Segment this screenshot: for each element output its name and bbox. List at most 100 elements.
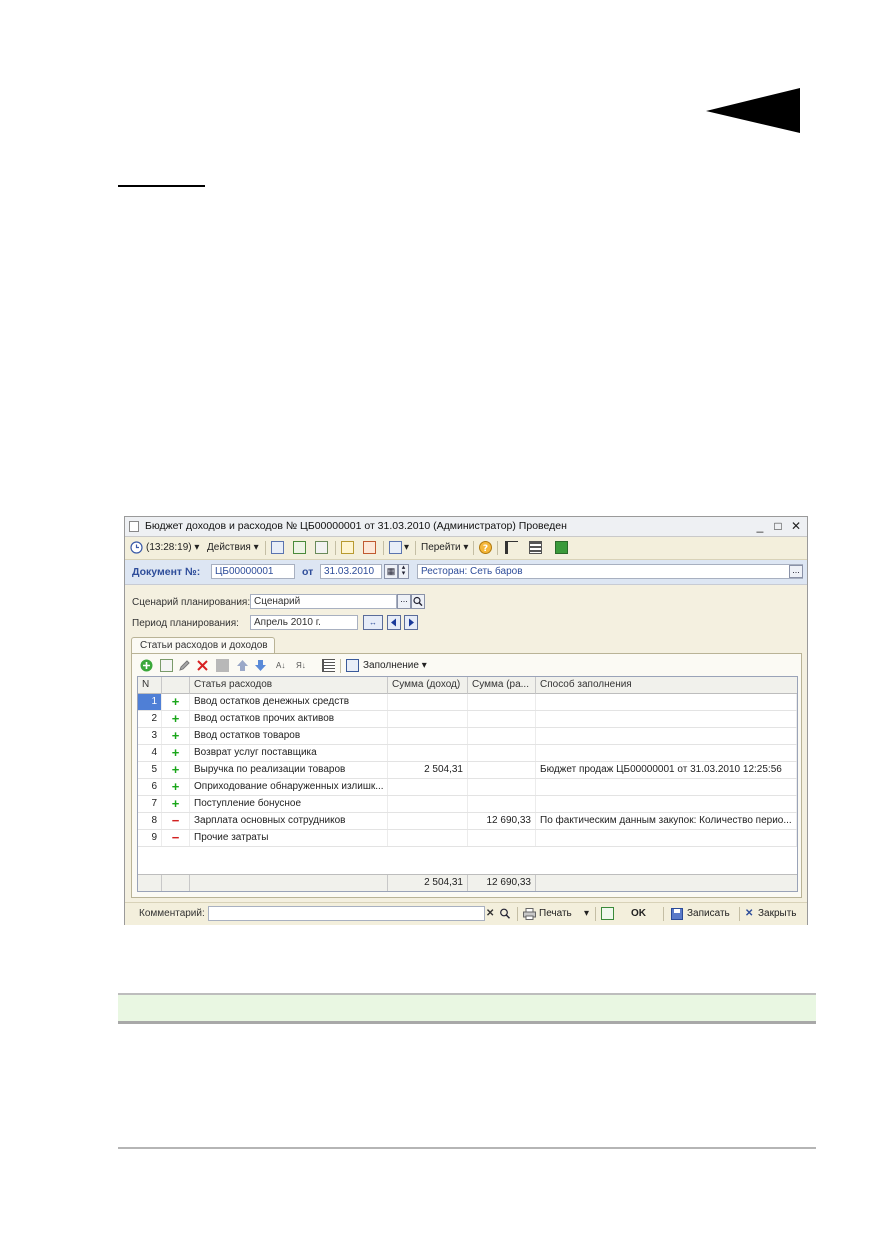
- row-expense-cell[interactable]: [468, 762, 536, 778]
- table-row[interactable]: 9− Прочие затраты: [138, 830, 797, 847]
- row-income-cell[interactable]: [388, 830, 468, 846]
- row-item-cell[interactable]: Ввод остатков прочих активов: [190, 711, 388, 727]
- row-expense-cell[interactable]: [468, 796, 536, 812]
- close-form-button[interactable]: Закрыть: [758, 906, 797, 921]
- table-row[interactable]: 1 + Ввод остатков денежных средств: [138, 694, 797, 711]
- goto-menu[interactable]: Перейти ▾: [421, 540, 468, 555]
- create-based-on-icon[interactable]: [389, 541, 402, 554]
- move-down-icon[interactable]: [254, 659, 267, 672]
- row-item-cell[interactable]: Прочие затраты: [190, 830, 388, 846]
- save-icon[interactable]: [671, 908, 683, 920]
- fill-table-icon[interactable]: [346, 659, 359, 672]
- edit-row-icon[interactable]: [178, 659, 191, 672]
- search-icon[interactable]: [499, 907, 511, 920]
- column-header-fill-method[interactable]: Способ заполнения: [536, 677, 797, 694]
- row-number-cell[interactable]: 5: [138, 762, 162, 778]
- tab-expense-income-items[interactable]: Статьи расходов и доходов: [131, 637, 275, 654]
- table-row[interactable]: 8− Зарплата основных сотрудников 12 690,33…: [138, 813, 797, 830]
- fill-menu[interactable]: Заполнение ▾: [363, 658, 427, 673]
- row-fill-method-cell[interactable]: Бюджет продаж ЦБ00000001 от 31.03.2010 1…: [536, 762, 797, 778]
- maximize-button[interactable]: □: [771, 519, 785, 533]
- row-item-cell[interactable]: Ввод остатков товаров: [190, 728, 388, 744]
- sort-descending-icon[interactable]: Я↓: [296, 658, 306, 673]
- print-button[interactable]: Печать: [539, 906, 572, 921]
- organization-field[interactable]: Ресторан: Сеть баров: [417, 564, 803, 579]
- row-number-cell[interactable]: 7: [138, 796, 162, 812]
- row-income-cell[interactable]: [388, 694, 468, 710]
- document-date-field[interactable]: 31.03.2010: [320, 564, 382, 579]
- row-fill-method-cell[interactable]: [536, 745, 797, 761]
- copy-row-icon[interactable]: [160, 659, 173, 672]
- column-header-sign[interactable]: [162, 677, 190, 694]
- row-item-cell[interactable]: Оприходование обнаруженных излишк...: [190, 779, 388, 795]
- move-up-icon[interactable]: [236, 659, 249, 672]
- document-number-field[interactable]: ЦБ00000001: [211, 564, 295, 579]
- table-row[interactable]: 4 + Возврат услуг поставщика: [138, 745, 797, 762]
- calendar-icon[interactable]: ▦: [384, 564, 398, 579]
- row-expense-cell[interactable]: [468, 711, 536, 727]
- row-fill-method-cell[interactable]: По фактическим данным закупок: Количеств…: [536, 813, 797, 829]
- row-income-cell[interactable]: [388, 711, 468, 727]
- row-item-cell[interactable]: Ввод остатков денежных средств: [190, 694, 388, 710]
- row-fill-method-cell[interactable]: [536, 830, 797, 846]
- row-expense-cell[interactable]: [468, 830, 536, 846]
- row-item-cell[interactable]: Возврат услуг поставщика: [190, 745, 388, 761]
- row-expense-cell[interactable]: 12 690,33: [468, 813, 536, 829]
- row-income-cell[interactable]: [388, 728, 468, 744]
- row-number-cell[interactable]: 8: [138, 813, 162, 829]
- printer-icon[interactable]: [523, 908, 536, 920]
- table-row[interactable]: 3 + Ввод остатков товаров: [138, 728, 797, 745]
- post-and-close-icon[interactable]: [293, 541, 306, 554]
- row-expense-cell[interactable]: [468, 745, 536, 761]
- row-income-cell[interactable]: [388, 745, 468, 761]
- close-button[interactable]: ✕: [789, 519, 803, 533]
- period-field[interactable]: Апрель 2010 г.: [250, 615, 358, 630]
- column-header-item[interactable]: Статья расходов: [190, 677, 388, 694]
- check-document-icon[interactable]: [601, 907, 614, 920]
- save-button[interactable]: Записать: [687, 906, 730, 921]
- row-income-cell[interactable]: [388, 813, 468, 829]
- actions-menu[interactable]: Действия ▾: [207, 540, 259, 555]
- row-expense-cell[interactable]: [468, 779, 536, 795]
- column-header-n[interactable]: N: [138, 677, 162, 694]
- previous-period-icon[interactable]: [387, 615, 401, 630]
- copy-document-icon[interactable]: [315, 541, 328, 554]
- table-row[interactable]: 7 + Поступление бонусное: [138, 796, 797, 813]
- post-document-icon[interactable]: [271, 541, 284, 554]
- create-based-on-dropdown[interactable]: ▾: [404, 540, 409, 555]
- row-number-cell[interactable]: 4: [138, 745, 162, 761]
- column-header-expense[interactable]: Сумма (ра...: [468, 677, 536, 694]
- table-row[interactable]: 5 + Выручка по реализации товаров 2 504,31 Б…: [138, 762, 797, 779]
- row-fill-method-cell[interactable]: [536, 711, 797, 727]
- row-number-cell[interactable]: 2: [138, 711, 162, 727]
- row-expense-cell[interactable]: [468, 694, 536, 710]
- list-view-icon[interactable]: [529, 541, 542, 554]
- sort-list-icon[interactable]: [322, 659, 335, 672]
- next-period-icon[interactable]: [404, 615, 418, 630]
- table-row[interactable]: 6 + Оприходование обнаруженных излишк...: [138, 779, 797, 796]
- time-dropdown[interactable]: (13:28:19) ▾: [146, 540, 199, 555]
- tree-structure-icon[interactable]: [505, 541, 518, 554]
- row-item-cell[interactable]: Поступление бонусное: [190, 796, 388, 812]
- row-item-cell[interactable]: Выручка по реализации товаров: [190, 762, 388, 778]
- organization-select-button[interactable]: ...: [789, 565, 803, 578]
- row-income-cell[interactable]: 2 504,31: [388, 762, 468, 778]
- row-number-cell[interactable]: 9: [138, 830, 162, 846]
- movements-icon[interactable]: [363, 541, 376, 554]
- search-icon[interactable]: [411, 594, 425, 609]
- row-income-cell[interactable]: [388, 779, 468, 795]
- clock-icon[interactable]: [130, 541, 143, 554]
- end-edit-icon[interactable]: [216, 659, 229, 672]
- row-fill-method-cell[interactable]: [536, 796, 797, 812]
- row-number-cell[interactable]: 1: [138, 694, 162, 710]
- row-number-cell[interactable]: 3: [138, 728, 162, 744]
- structure-icon[interactable]: [341, 541, 354, 554]
- scenario-select-button[interactable]: ...: [397, 594, 411, 609]
- minimize-button[interactable]: _: [753, 519, 767, 533]
- table-row[interactable]: 2 + Ввод остатков прочих активов: [138, 711, 797, 728]
- help-icon[interactable]: ?: [479, 541, 492, 554]
- row-fill-method-cell[interactable]: [536, 694, 797, 710]
- row-number-cell[interactable]: 6: [138, 779, 162, 795]
- delete-row-icon[interactable]: [196, 659, 209, 672]
- clear-icon[interactable]: ✕: [486, 906, 494, 921]
